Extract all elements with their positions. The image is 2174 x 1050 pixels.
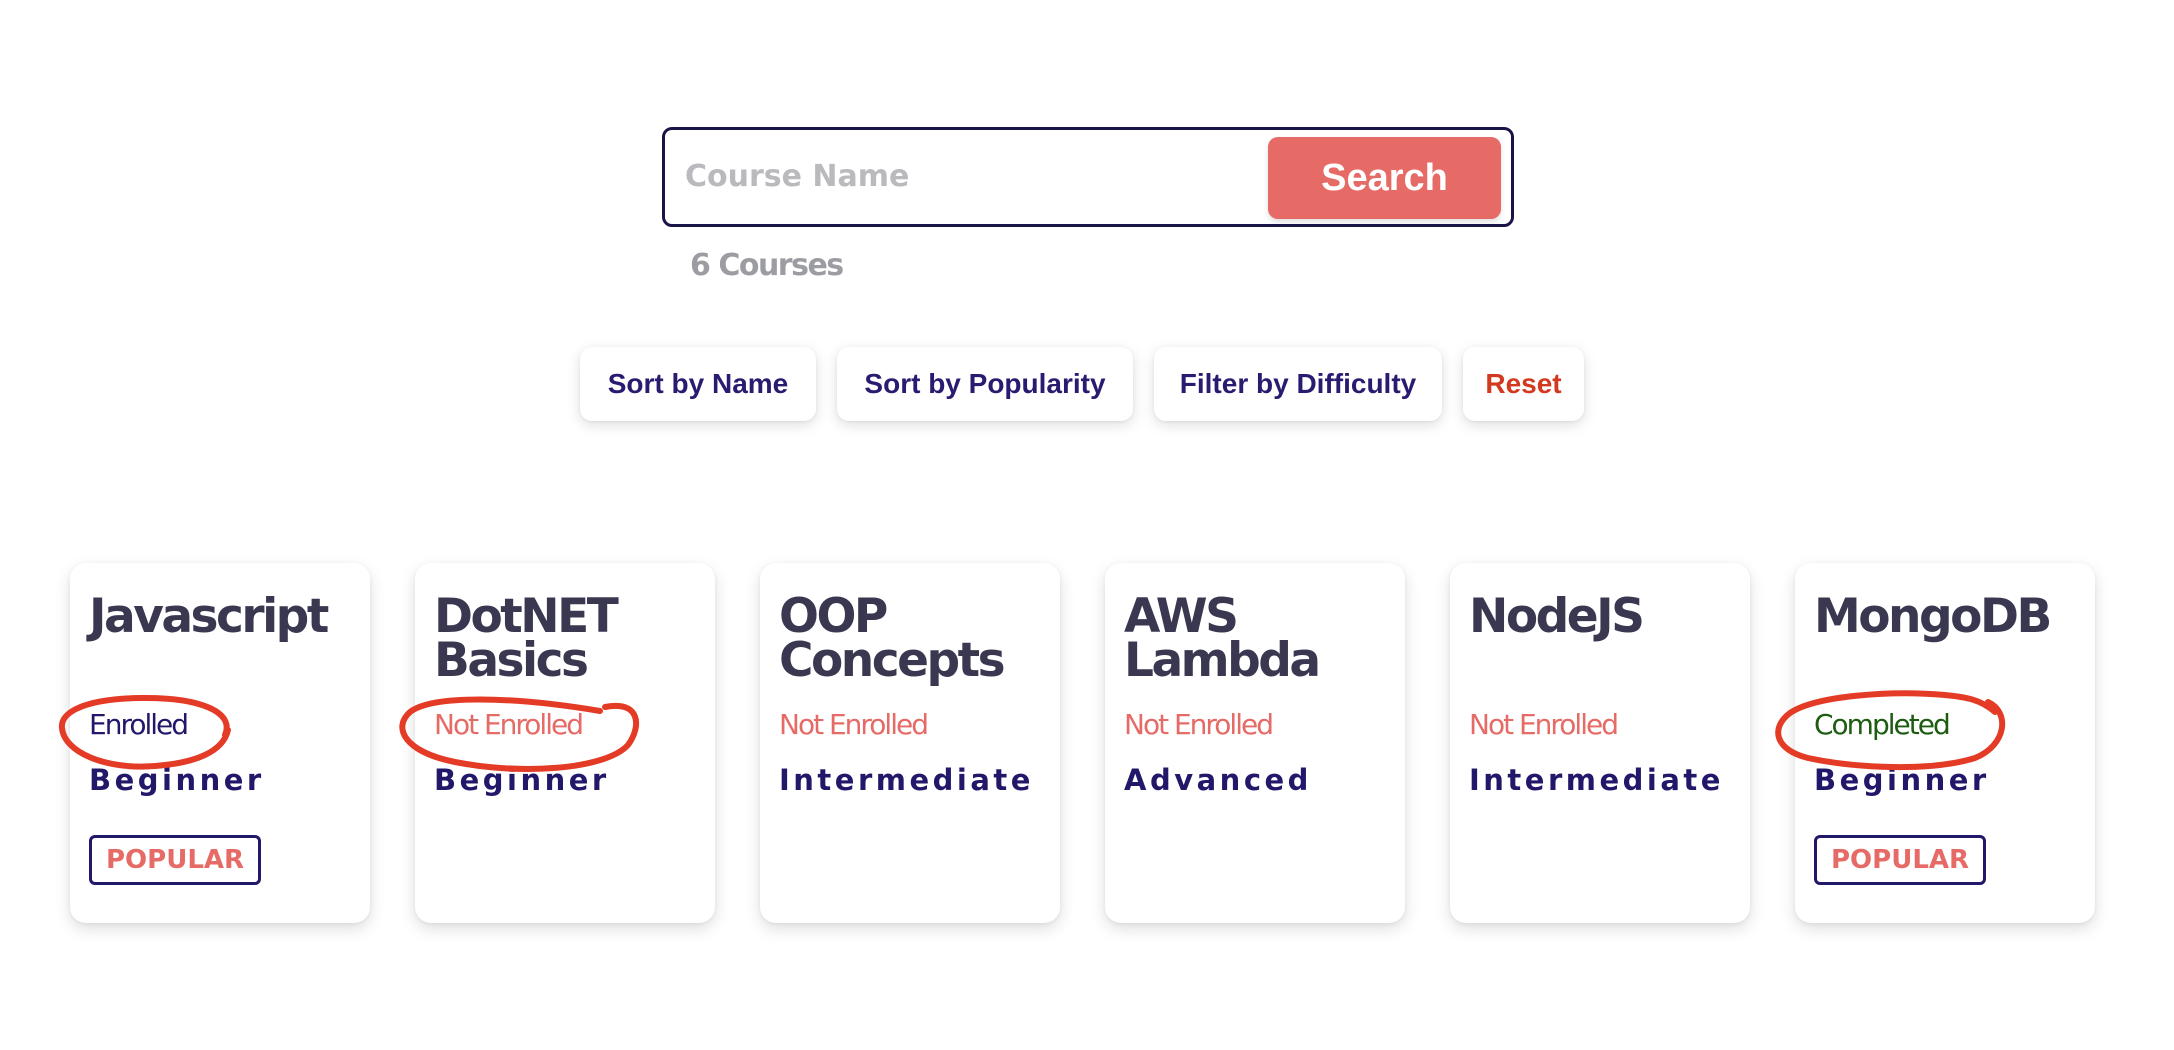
course-card-aws-lambda[interactable]: AWS Lambda Not Enrolled Advanced (1105, 563, 1405, 923)
enrollment-status: Not Enrolled (434, 708, 584, 741)
course-card-dotnet-basics[interactable]: DotNET Basics Not Enrolled Beginner (415, 563, 715, 923)
enrollment-status: Completed (1814, 708, 1951, 741)
enrollment-status: Enrolled (89, 708, 189, 741)
sort-by-popularity-button[interactable]: Sort by Popularity (837, 347, 1133, 421)
course-card-nodejs[interactable]: NodeJS Not Enrolled Intermediate (1450, 563, 1750, 923)
course-count: 6 Courses (690, 248, 844, 283)
sort-by-name-button[interactable]: Sort by Name (580, 347, 816, 421)
search-box: Search (662, 127, 1514, 227)
difficulty-level: Intermediate (779, 763, 1034, 797)
course-name-input[interactable] (685, 144, 1295, 208)
course-title: AWS Lambda (1124, 589, 1321, 688)
course-title: DotNET Basics (434, 589, 619, 688)
course-title: MongoDB (1814, 589, 2052, 644)
enrollment-status: Not Enrolled (1124, 708, 1274, 741)
difficulty-level: Beginner (434, 763, 610, 797)
difficulty-level: Beginner (1814, 763, 1990, 797)
difficulty-level: Intermediate (1469, 763, 1724, 797)
popular-badge: POPULAR (1814, 835, 1987, 885)
difficulty-level: Advanced (1124, 763, 1312, 797)
popular-badge: POPULAR (89, 835, 262, 885)
reset-button[interactable]: Reset (1463, 347, 1584, 421)
course-title: Javascript (89, 589, 329, 644)
search-button[interactable]: Search (1268, 137, 1501, 219)
course-card-mongodb[interactable]: MongoDB Completed Beginner POPULAR (1795, 563, 2095, 923)
enrollment-status: Not Enrolled (779, 708, 929, 741)
course-title: NodeJS (1469, 589, 1645, 644)
difficulty-level: Beginner (89, 763, 265, 797)
enrollment-status: Not Enrolled (1469, 708, 1619, 741)
toolbar: Sort by Name Sort by Popularity Filter b… (0, 347, 2174, 423)
course-title: OOP Concepts (779, 589, 1006, 688)
course-card-oop-concepts[interactable]: OOP Concepts Not Enrolled Intermediate (760, 563, 1060, 923)
course-card-javascript[interactable]: Javascript Enrolled Beginner POPULAR (70, 563, 370, 923)
filter-by-difficulty-button[interactable]: Filter by Difficulty (1154, 347, 1442, 421)
